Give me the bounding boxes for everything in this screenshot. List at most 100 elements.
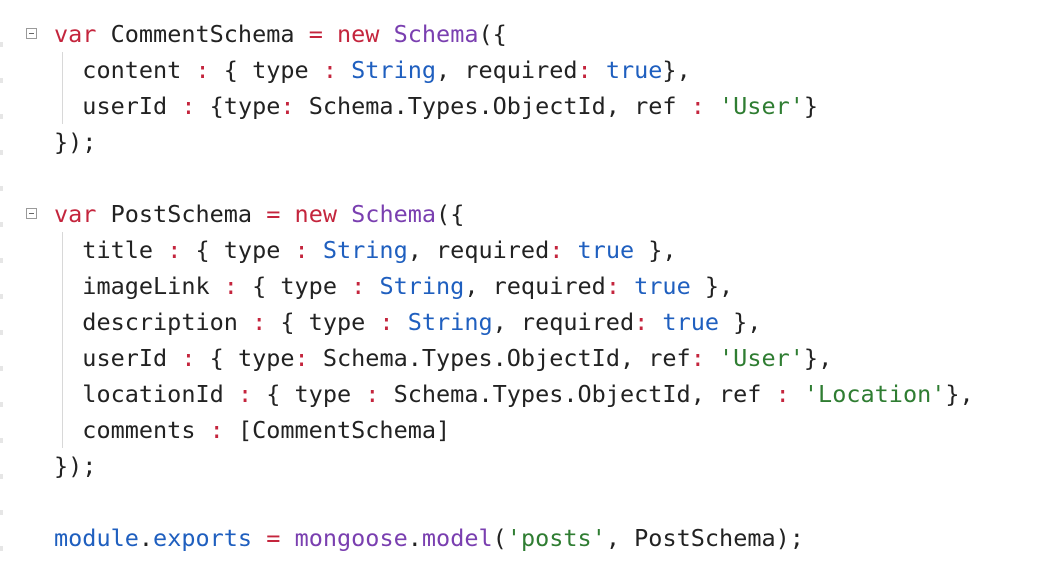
code-token: = [266,524,281,552]
code-token: userId [54,92,182,120]
code-token: : [294,236,309,264]
code-token: , required [436,56,578,84]
code-token: : [549,236,564,264]
code-token: new [294,200,337,228]
code-token: : [195,56,210,84]
code-token: { type [266,308,380,336]
fold-collapse-icon[interactable] [26,28,37,39]
gutter-marker [0,78,3,83]
code-line[interactable]: }); [54,448,96,484]
code-line[interactable]: description : { type : String, required:… [54,304,761,340]
code-token: exports [153,524,253,552]
code-token: = [266,200,281,228]
code-line[interactable]: var CommentSchema = new Schema({ [54,16,507,52]
code-token: model [421,524,493,552]
code-token: , PostSchema); [605,524,804,552]
code-editor[interactable]: var CommentSchema = new Schema({ content… [0,0,1042,576]
code-token: ({ [478,20,507,48]
code-line[interactable]: }); [54,124,96,160]
gutter-marker [0,186,3,191]
code-token: imageLink [54,272,224,300]
code-line[interactable]: module.exports = mongoose.model('posts',… [54,520,804,556]
code-token: { type [195,344,295,372]
gutter-marker [0,294,3,299]
code-token: [CommentSchema] [223,416,451,444]
code-token: : [209,416,224,444]
code-token: true [662,308,720,336]
code-token: { type [181,236,295,264]
code-line[interactable]: userId : {type: Schema.Types.ObjectId, r… [54,88,818,124]
code-token: : [690,344,705,372]
code-token: CommentSchema [96,20,309,48]
code-line[interactable]: title : { type : String, required: true … [54,232,677,268]
code-token: }, [719,308,762,336]
code-line[interactable]: userId : { type: Schema.Types.ObjectId, … [54,340,832,376]
code-token: String [322,236,408,264]
code-token: : [365,380,380,408]
code-token: userId [54,344,182,372]
code-token: true [577,236,635,264]
code-token: : [181,344,196,372]
gutter-marker [0,114,3,119]
gutter-marker [0,222,3,227]
gutter-marker [0,258,3,263]
code-token: content [54,56,196,84]
code-token: String [379,272,465,300]
code-token: , required [492,308,635,336]
code-line[interactable]: comments : [CommentSchema] [54,412,450,448]
code-token: module [54,524,139,552]
code-token: true [605,56,663,84]
code-token: String [407,308,493,336]
code-token: : [280,92,295,120]
code-token: Schema.Types.ObjectId, ref [294,92,691,120]
code-token: ( [492,524,507,552]
code-token: var [54,200,97,228]
code-line[interactable]: imageLink : { type : String, required: t… [54,268,733,304]
code-token: Schema.Types.ObjectId, ref [308,344,691,372]
code-token: title [54,236,168,264]
code-token: String [351,56,437,84]
code-token: }, [634,236,677,264]
code-token: { type [252,380,366,408]
code-token: Schema.Types.ObjectId, ref [379,380,776,408]
code-token: comments [54,416,210,444]
code-token: : [322,56,337,84]
code-line[interactable]: locationId : { type : Schema.Types.Objec… [54,376,974,412]
code-token: true [634,272,691,300]
code-line[interactable]: content : { type : String, required: tru… [54,52,691,88]
gutter-marker [0,510,3,515]
code-token: : [690,92,705,120]
code-line[interactable]: var PostSchema = new Schema({ [54,196,464,232]
code-token: { type [237,272,352,300]
fold-collapse-icon[interactable] [26,208,37,219]
code-token: , required [407,236,550,264]
code-token: : [577,56,592,84]
code-token: }, [803,344,833,372]
code-token: }, [690,272,734,300]
code-token: Schema [393,20,479,48]
code-token: 'User' [719,344,804,372]
code-token: : [181,92,196,120]
code-token: : [237,380,253,408]
code-token: }, [945,380,974,408]
code-token: . [138,524,154,552]
code-token: : [379,308,394,336]
code-token: }, [662,56,691,84]
code-token: 'User' [719,92,804,120]
gutter-marker [0,546,3,551]
code-token: : [167,236,182,264]
code-token: locationId [54,380,238,408]
code-token: PostSchema [96,200,267,228]
code-token: : [294,344,309,372]
gutter-marker [0,438,3,443]
